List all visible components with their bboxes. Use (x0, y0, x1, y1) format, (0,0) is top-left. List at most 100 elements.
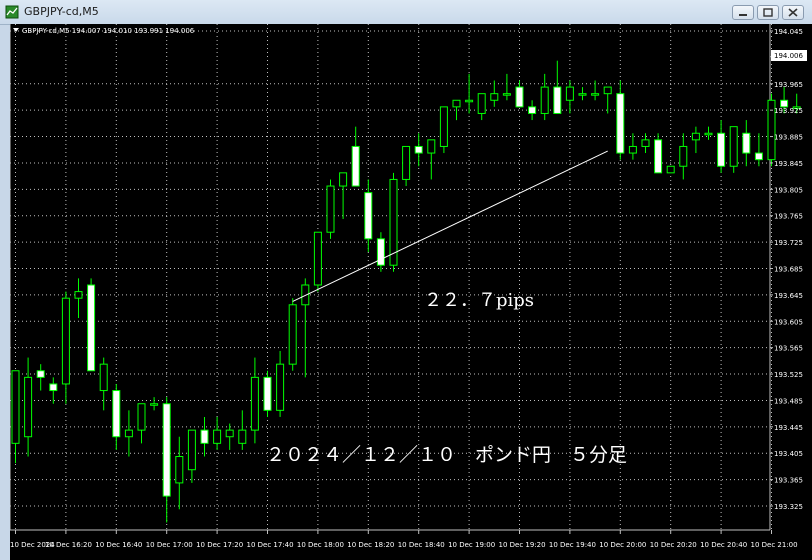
candle-body (780, 99, 789, 108)
window-title: GBPJPY-cd,M5 (24, 5, 99, 18)
time-tick-label: 10 Dec 21:00 (751, 541, 798, 549)
time-tick-label: 10 Dec 19:00 (448, 541, 495, 549)
candle (666, 165, 675, 174)
time-tick-label: 10 Dec 17:00 (146, 541, 193, 549)
candle (490, 80, 499, 107)
candle (326, 179, 335, 239)
candle (124, 410, 133, 457)
candle-body (200, 429, 209, 444)
candle (641, 133, 650, 154)
time-tick-label: 10 Dec 16:40 (95, 541, 142, 549)
candle (49, 377, 58, 404)
candle-body (36, 370, 45, 378)
candle (74, 278, 83, 318)
candle-body (502, 93, 511, 96)
candle-body (565, 86, 574, 101)
candle (225, 423, 234, 450)
candle (213, 416, 222, 450)
candle (691, 126, 700, 154)
candle-body (326, 185, 335, 233)
candle-body (137, 403, 146, 431)
price-tick-label: 193.685 (774, 266, 803, 274)
candle-body (74, 291, 83, 299)
candle-body (654, 139, 663, 174)
chart-window-icon (5, 5, 19, 19)
price-tick-label: 193.445 (774, 424, 803, 432)
current-price-label: 194.006 (774, 52, 803, 60)
candle (553, 60, 562, 114)
candle-body (49, 383, 58, 392)
time-tick-label: 10 Dec 19:40 (549, 541, 596, 549)
terminal-window: GBPJPY-cd,M5 194.045 193.965 193.925 193.88… (0, 0, 812, 560)
candle (414, 133, 423, 167)
time-tick-label: 10 Dec 18:00 (297, 541, 344, 549)
candle-body (540, 86, 549, 114)
candle-body (351, 145, 360, 187)
candle (603, 86, 612, 114)
candle-body (603, 86, 612, 95)
price-tick-label: 193.325 (774, 503, 803, 511)
candle (276, 350, 285, 417)
candle-body (729, 126, 738, 167)
candle-body (263, 376, 272, 411)
candle (364, 179, 373, 253)
time-tick-label: 10 Dec 16:20 (45, 541, 92, 549)
candle (540, 73, 549, 121)
pips-annotation: ２２．７pips (424, 290, 534, 311)
candle-body (490, 93, 499, 101)
candle (654, 133, 663, 174)
chart-canvas[interactable]: 194.045 193.965 193.925 193.885 193.845 193.8… (10, 24, 812, 560)
price-tick-label: 193.885 (774, 134, 803, 142)
price-tick-label: 193.925 (774, 107, 803, 115)
candle-body (528, 106, 537, 114)
price-tick-label: 193.405 (774, 450, 803, 458)
candle-body (99, 363, 108, 392)
chart-header: GBPJPY-cd,M5 194.007 194.010 193.991 194… (22, 27, 195, 35)
candle (402, 145, 411, 187)
price-chart[interactable]: 194.045 193.965 193.925 193.885 193.845 193.8… (10, 24, 812, 560)
candle-body (591, 93, 600, 96)
candle-body (742, 132, 751, 154)
candle-body (376, 238, 385, 266)
candle (528, 100, 537, 121)
close-icon (788, 8, 798, 17)
candle (754, 133, 763, 167)
candle (477, 93, 486, 121)
price-tick-label: 193.485 (774, 397, 803, 405)
candle-body (452, 99, 461, 108)
candle (36, 364, 45, 391)
candle-body (213, 429, 222, 444)
candle (565, 80, 574, 114)
candle (729, 126, 738, 173)
price-tick-label: 193.765 (774, 213, 803, 221)
time-scale: 10 Dec 202410 Dec 16:20 10 Dec 16:40 10 De… (10, 530, 798, 549)
price-tick-label: 193.845 (774, 160, 803, 168)
candle (439, 106, 448, 154)
candle-body (61, 297, 70, 385)
candle (427, 139, 436, 180)
candle (61, 291, 70, 404)
candle (250, 357, 259, 444)
candle (112, 383, 121, 450)
candle (704, 126, 713, 140)
minimize-button[interactable] (732, 5, 754, 20)
candle (263, 370, 272, 417)
candle (99, 357, 108, 411)
candle-body (427, 139, 436, 154)
candle-body (578, 93, 587, 96)
window-titlebar[interactable]: GBPJPY-cd,M5 (0, 0, 812, 25)
candle (767, 93, 776, 167)
candle-body (717, 132, 726, 167)
time-tick-label: 10 Dec 18:20 (347, 541, 394, 549)
candle-body (162, 403, 171, 497)
candle-body (465, 99, 474, 103)
price-tick-label: 193.605 (774, 318, 803, 326)
candle-body (187, 429, 196, 471)
candle (465, 73, 474, 114)
candle-body (313, 231, 322, 286)
candle-body (641, 139, 650, 147)
candle (150, 397, 159, 411)
candle-body (87, 284, 96, 372)
restore-button[interactable] (757, 5, 779, 20)
close-button[interactable] (782, 5, 804, 20)
